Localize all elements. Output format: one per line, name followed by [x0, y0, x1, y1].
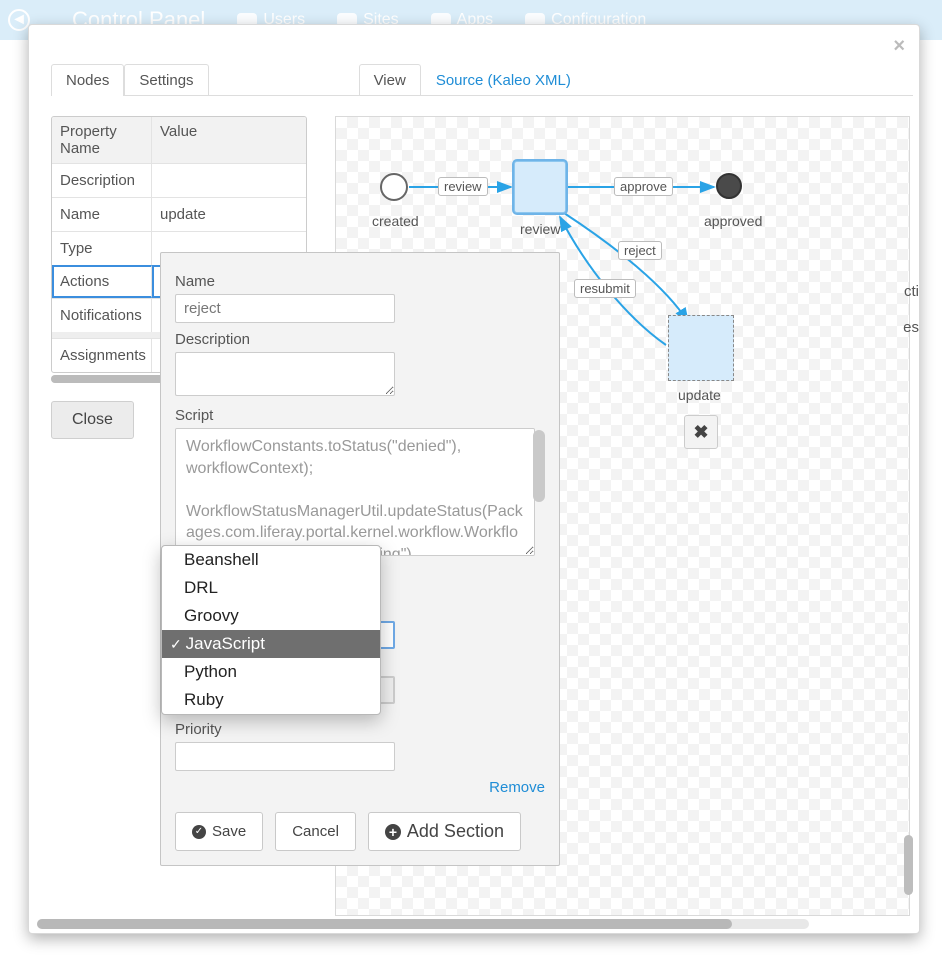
description-textarea[interactable]: [175, 352, 395, 396]
transition-resubmit[interactable]: resubmit: [574, 279, 636, 298]
prop-actions[interactable]: Actions: [52, 265, 152, 298]
tabs-row: Nodes Settings View Source (Kaleo XML): [51, 63, 913, 96]
label-update: update: [678, 387, 721, 403]
script-textarea[interactable]: WorkflowConstants.toStatus("denied"), wo…: [175, 428, 535, 556]
cutoff-text-a: cti: [904, 283, 919, 300]
priority-input[interactable]: [175, 742, 395, 771]
col-property-name[interactable]: Property Name: [52, 117, 152, 163]
script-language-dropdown[interactable]: Beanshell DRL Groovy JavaScript Python R…: [161, 545, 381, 715]
modal-scrollbar-horizontal[interactable]: [37, 919, 809, 929]
transition-reject[interactable]: reject: [618, 241, 662, 260]
label-name: Name: [175, 273, 545, 290]
tab-settings[interactable]: Settings: [124, 64, 208, 96]
label-description: Description: [175, 331, 545, 348]
cutoff-text-b: es: [903, 319, 919, 336]
option-groovy[interactable]: Groovy: [162, 602, 380, 630]
prop-assignments[interactable]: Assignments: [52, 338, 152, 372]
label-approved: approved: [704, 213, 762, 229]
remove-link[interactable]: Remove: [175, 779, 545, 796]
check-icon: ✓: [192, 825, 206, 839]
label-script: Script: [175, 407, 545, 424]
save-button[interactable]: ✓ Save: [175, 812, 263, 851]
option-ruby[interactable]: Ruby: [162, 686, 380, 714]
script-scrollbar[interactable]: [533, 430, 545, 502]
delete-node-button[interactable]: ✖: [684, 415, 718, 449]
transition-review[interactable]: review: [438, 177, 488, 196]
tab-source[interactable]: Source (Kaleo XML): [421, 64, 586, 96]
tab-nodes[interactable]: Nodes: [51, 64, 124, 96]
prop-name[interactable]: Name: [52, 197, 152, 231]
node-update[interactable]: [668, 315, 734, 381]
name-input[interactable]: [175, 294, 395, 323]
label-created: created: [372, 213, 419, 229]
option-drl[interactable]: DRL: [162, 574, 380, 602]
cancel-button[interactable]: Cancel: [275, 812, 356, 851]
option-javascript[interactable]: JavaScript: [162, 630, 380, 658]
transition-approve[interactable]: approve: [614, 177, 673, 196]
add-section-button[interactable]: + Add Section: [368, 812, 521, 851]
close-button[interactable]: Close: [51, 401, 134, 439]
label-priority: Priority: [175, 721, 545, 738]
prop-description[interactable]: Description: [52, 163, 152, 197]
close-icon[interactable]: ×: [893, 35, 905, 58]
col-value[interactable]: Value: [152, 117, 306, 163]
node-review[interactable]: [514, 161, 566, 213]
modal-scrollbar-vertical[interactable]: [904, 63, 913, 897]
option-beanshell[interactable]: Beanshell: [162, 546, 380, 574]
plus-icon: +: [385, 824, 401, 840]
prop-notifications[interactable]: Notifications: [52, 298, 152, 332]
tab-view[interactable]: View: [359, 64, 421, 96]
node-approved[interactable]: [716, 173, 742, 199]
option-python[interactable]: Python: [162, 658, 380, 686]
label-review: review: [520, 221, 560, 237]
node-created[interactable]: [380, 173, 408, 201]
prop-type[interactable]: Type: [52, 231, 152, 265]
